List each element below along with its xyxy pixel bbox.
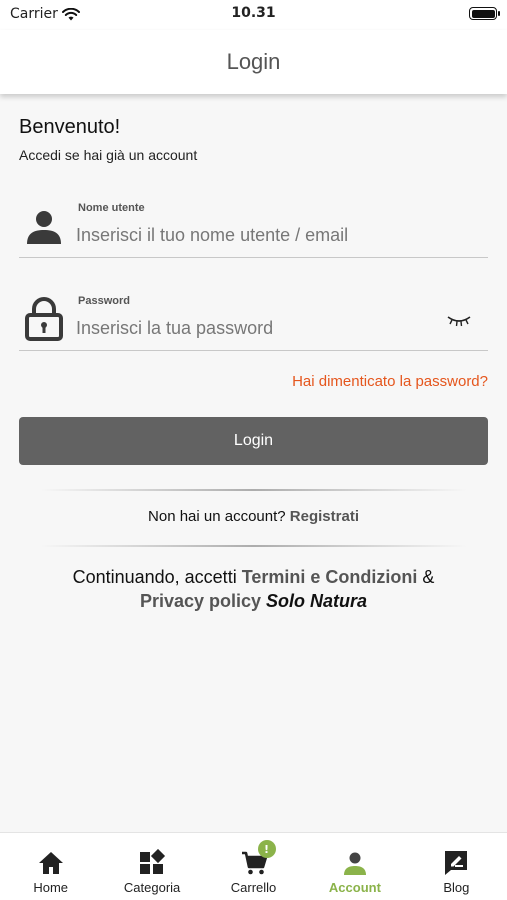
signup-row: Non hai un account? Registrati xyxy=(0,508,507,525)
forgot-password-link[interactable]: Hai dimenticato la password? xyxy=(292,373,488,390)
privacy-link[interactable]: Privacy policy xyxy=(140,591,261,611)
status-bar: Carrier 10.31 xyxy=(0,0,507,30)
divider xyxy=(40,545,467,547)
tab-account[interactable]: Account xyxy=(304,833,405,900)
tab-label-home: Home xyxy=(33,880,69,895)
bottom-tab-bar: Home Categoria ! Carrello Account Blog xyxy=(0,832,507,900)
tab-carrello[interactable]: ! Carrello xyxy=(203,833,304,900)
category-icon xyxy=(140,849,166,874)
password-field[interactable]: Password xyxy=(19,289,488,351)
tab-label-blog: Blog xyxy=(443,880,470,895)
welcome-title: Benvenuto! xyxy=(19,116,121,138)
divider xyxy=(40,489,467,491)
username-input[interactable] xyxy=(76,220,436,250)
blog-icon xyxy=(445,851,468,875)
status-time: 10.31 xyxy=(231,5,276,21)
cart-badge: ! xyxy=(257,840,276,858)
terms-prefix: Continuando, accetti xyxy=(72,567,237,587)
login-form: Benvenuto! Accedi se hai già un account … xyxy=(0,94,507,834)
eye-closed-icon[interactable] xyxy=(446,311,472,329)
login-button[interactable]: Login xyxy=(19,417,488,465)
password-input[interactable] xyxy=(76,313,436,343)
tab-blog[interactable]: Blog xyxy=(406,833,507,900)
home-icon xyxy=(38,852,63,874)
user-icon xyxy=(27,211,61,244)
brand-name: Solo Natura xyxy=(266,591,368,611)
username-field[interactable]: Nome utente xyxy=(19,196,488,258)
battery-icon xyxy=(469,7,500,20)
tab-home[interactable]: Home xyxy=(0,833,101,900)
tab-label-account: Account xyxy=(328,880,381,895)
terms-link[interactable]: Termini e Condizioni xyxy=(242,567,418,587)
welcome-subtitle: Accedi se hai già un account xyxy=(19,147,198,163)
lock-icon xyxy=(25,297,63,341)
username-label: Nome utente xyxy=(78,202,145,214)
terms-ampersand: & xyxy=(422,567,435,587)
tab-label-categoria: Categoria xyxy=(123,880,181,895)
app-header: Login xyxy=(0,30,507,94)
tab-categoria[interactable]: Categoria xyxy=(101,833,202,900)
signup-prompt: Non hai un account? xyxy=(148,508,286,525)
account-icon xyxy=(343,852,366,875)
signup-link[interactable]: Registrati xyxy=(290,508,359,525)
terms-text: Continuando, accetti Termini e Condizion… xyxy=(0,565,507,613)
tab-label-carrello: Carrello xyxy=(230,880,277,895)
page-title: Login xyxy=(226,49,281,74)
password-label: Password xyxy=(78,295,130,307)
